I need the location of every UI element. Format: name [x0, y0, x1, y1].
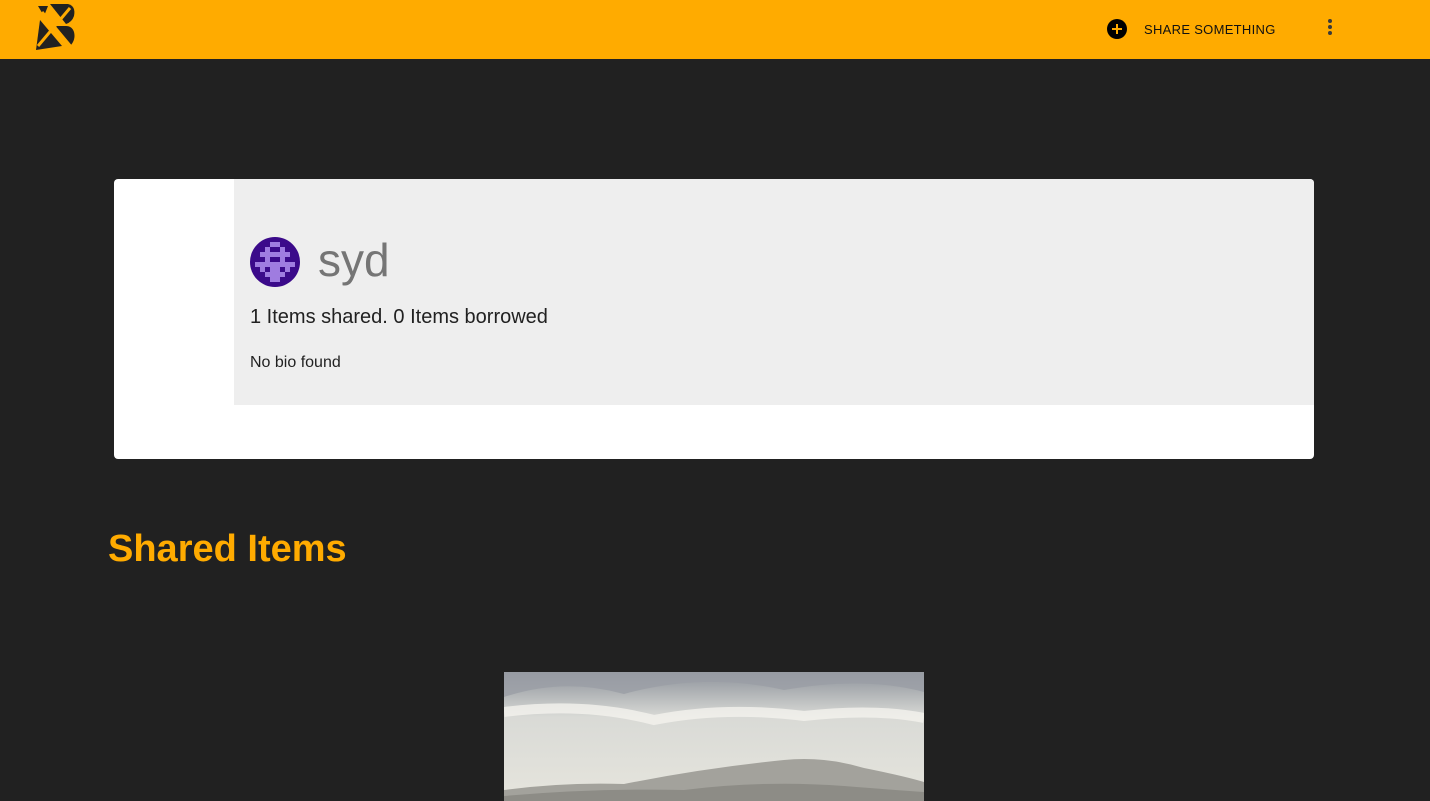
profile-card-content: syd 1 Items shared. 0 Items borrowed No … [234, 179, 1314, 405]
profile-username: syd [318, 234, 390, 286]
profile-bio: No bio found [250, 354, 341, 371]
avatar [250, 237, 300, 287]
profile-card: syd 1 Items shared. 0 Items borrowed No … [114, 179, 1314, 459]
add-circle-icon [1107, 19, 1127, 39]
share-something-label: SHARE SOMETHING [1144, 21, 1276, 37]
profile-item-counts: 1 Items shared. 0 Items borrowed [250, 306, 548, 328]
top-app-bar: SHARE SOMETHING [0, 0, 1430, 59]
shared-item-image[interactable] [504, 672, 924, 801]
boomtown-logo[interactable] [30, 2, 78, 52]
shared-items-heading: Shared Items [108, 528, 347, 570]
more-vert-icon[interactable] [1316, 13, 1344, 41]
share-something-button[interactable]: SHARE SOMETHING [1100, 12, 1282, 46]
